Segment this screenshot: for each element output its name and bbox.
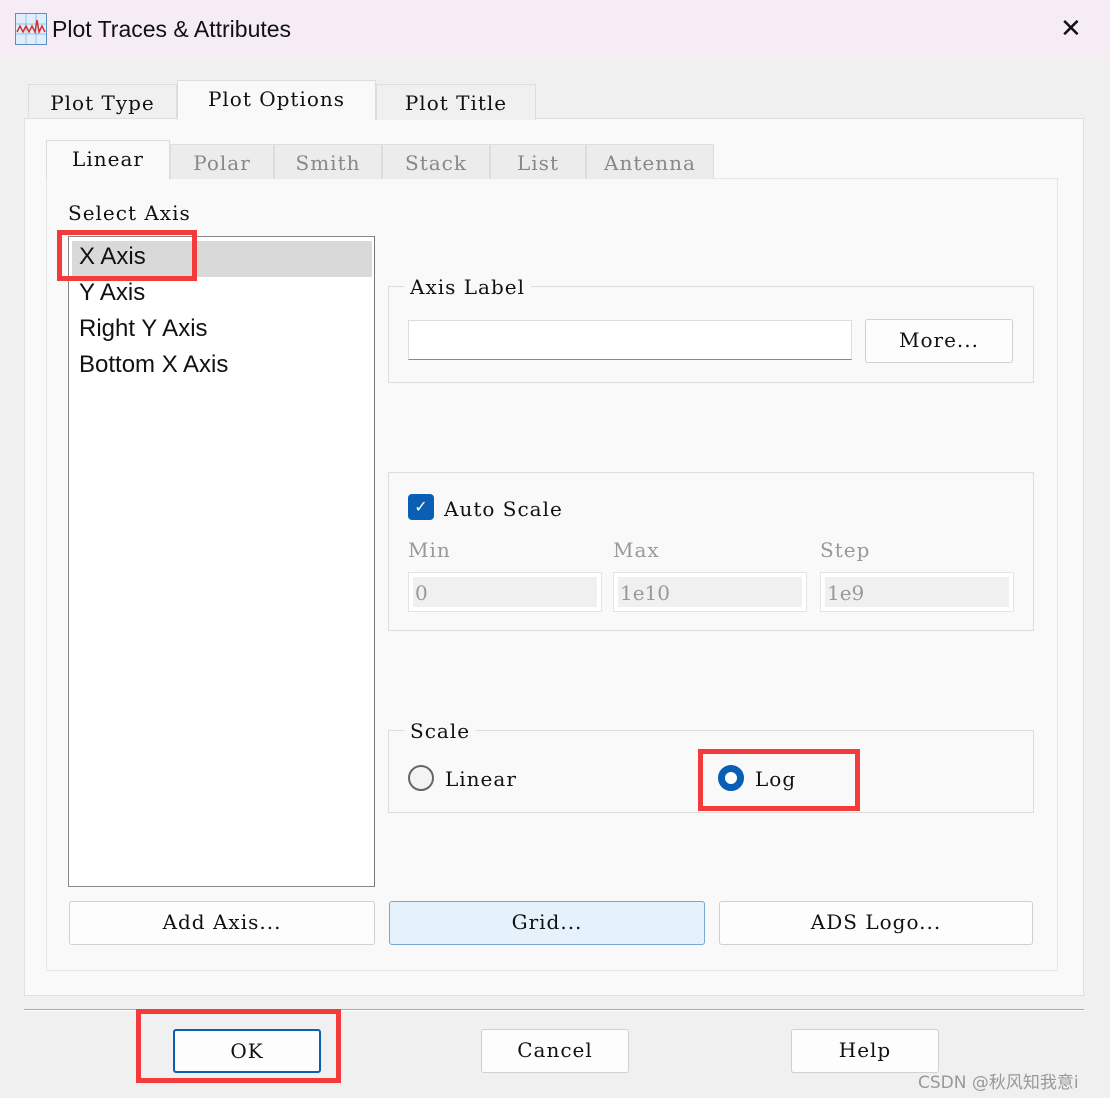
min-input[interactable]: 0 [408,572,602,612]
tab-list[interactable]: List [490,144,586,179]
grid-button[interactable]: Grid... [389,901,705,945]
more-button[interactable]: More... [865,319,1013,363]
axis-label-input[interactable] [408,320,852,360]
auto-scale-label: Auto Scale [444,497,563,521]
max-input[interactable]: 1e10 [613,572,807,612]
min-label: Min [408,538,451,562]
add-axis-button[interactable]: Add Axis... [69,901,375,945]
select-axis-label: Select Axis [68,201,191,225]
plot-app-icon [15,13,47,45]
list-item-y-axis[interactable]: Y Axis [79,279,145,307]
highlight-box-log [698,749,860,811]
tab-plot-type[interactable]: Plot Type [28,84,177,120]
tab-polar[interactable]: Polar [170,144,274,179]
tab-plot-title[interactable]: Plot Title [376,84,536,120]
close-icon[interactable]: ✕ [1060,14,1082,44]
max-value: 1e10 [618,577,802,607]
highlight-box-x-axis [57,230,197,281]
list-item-bottom-x-axis[interactable]: Bottom X Axis [79,351,228,379]
help-button[interactable]: Help [791,1029,939,1073]
axis-label-legend: Axis Label [404,275,531,299]
ads-logo-button[interactable]: ADS Logo... [719,901,1033,945]
min-value: 0 [413,577,597,607]
step-label: Step [820,538,871,562]
scale-legend: Scale [404,719,477,743]
radio-linear[interactable] [408,765,434,791]
tab-linear[interactable]: Linear [46,140,170,180]
step-input[interactable]: 1e9 [820,572,1014,612]
auto-scale-checkbox[interactable]: ✓ [408,494,434,520]
radio-linear-label[interactable]: Linear [445,767,517,791]
cancel-button[interactable]: Cancel [481,1029,629,1073]
list-item-right-y-axis[interactable]: Right Y Axis [79,315,208,343]
highlight-box-ok [136,1009,341,1083]
window-title: Plot Traces & Attributes [52,16,292,42]
tab-stack[interactable]: Stack [382,144,490,179]
tab-antenna[interactable]: Antenna [586,144,714,179]
watermark: CSDN @秋风知我意i [918,1073,1079,1093]
tab-smith[interactable]: Smith [274,144,382,179]
max-label: Max [613,538,660,562]
step-value: 1e9 [825,577,1009,607]
tab-plot-options[interactable]: Plot Options [177,80,376,120]
axis-listbox[interactable]: X Axis Y Axis Right Y Axis Bottom X Axis [68,236,375,887]
